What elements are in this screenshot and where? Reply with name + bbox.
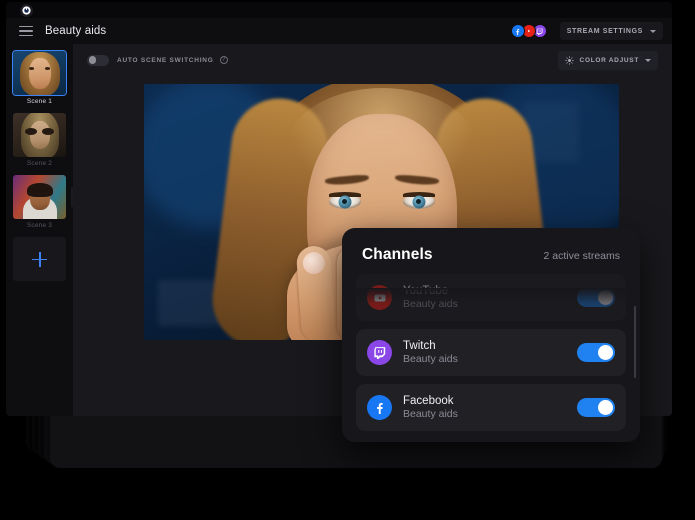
subject-finger: [295, 244, 336, 340]
scene-label: Scene 1: [26, 98, 53, 105]
stream-settings-label: STREAM SETTINGS: [566, 27, 643, 35]
color-adjust-label: COLOR ADJUST: [579, 56, 639, 64]
title-bar: Beauty aids STREAM SETTINGS: [6, 18, 672, 44]
chevron-down-icon: [645, 58, 651, 62]
toggle-knob: [598, 400, 613, 415]
auto-scene-switching-toggle[interactable]: [87, 54, 109, 66]
sidebar-item-scene-1[interactable]: Scene 1: [12, 50, 67, 105]
scene-thumbnail: [12, 50, 67, 96]
channel-text: Twitch Beauty aids: [403, 340, 458, 365]
power-logo-icon: [20, 4, 33, 17]
sidebar-item-scene-3[interactable]: Scene 3: [13, 175, 66, 229]
subject-nail: [301, 251, 326, 275]
active-streams-count: 2 active streams: [543, 250, 620, 262]
channel-name: Twitch: [403, 340, 436, 352]
screenshot-root: Beauty aids STREAM SETTINGS Scene 1 Scen…: [0, 0, 695, 520]
subject-iris-right: [412, 195, 425, 208]
title-bar-right: STREAM SETTINGS: [510, 22, 672, 40]
scene-thumbnail: [13, 113, 66, 157]
twitch-icon: [367, 340, 392, 365]
youtube-icon: [367, 285, 392, 310]
logo-strip: [6, 2, 672, 18]
channel-subtitle: Beauty aids: [403, 298, 458, 310]
channels-header: Channels 2 active streams: [342, 228, 640, 274]
channel-subtitle: Beauty aids: [403, 353, 458, 365]
scene-label: Scene 3: [26, 222, 53, 229]
facebook-icon[interactable]: [510, 24, 525, 38]
channels-list: YouTube Beauty aids Twitch Beauty aids F…: [342, 274, 640, 431]
channel-name: YouTube: [403, 285, 449, 297]
scene-label: Scene 2: [26, 160, 53, 167]
channel-toggle-facebook[interactable]: [577, 398, 615, 417]
toggle-knob: [598, 345, 613, 360]
facebook-icon: [367, 395, 392, 420]
channel-text: Facebook Beauty aids: [403, 395, 458, 420]
auto-scene-switching-label: AUTO SCENE SWITCHING: [117, 56, 214, 64]
channel-toggle-youtube[interactable]: [577, 288, 615, 307]
toggle-knob: [598, 290, 613, 305]
channel-subtitle: Beauty aids: [403, 408, 458, 420]
subject-iris-left: [338, 195, 351, 208]
connected-socials: [510, 24, 547, 38]
info-glyph: ?: [221, 57, 226, 63]
hamburger-menu-icon[interactable]: [19, 25, 33, 37]
channels-scrollbar[interactable]: [633, 306, 636, 378]
subject-eye-right: [402, 192, 435, 209]
channel-toggle-twitch[interactable]: [577, 343, 615, 362]
list-item-twitch[interactable]: Twitch Beauty aids: [356, 329, 626, 376]
channel-text: YouTube Beauty aids: [403, 285, 458, 310]
channels-panel: Channels 2 active streams YouTube Beauty…: [342, 228, 640, 442]
page-title: Beauty aids: [45, 25, 107, 37]
channels-title: Channels: [362, 246, 433, 263]
scene-thumbnail: [13, 175, 66, 219]
subject-eye-left: [328, 192, 361, 209]
channel-name: Facebook: [403, 395, 454, 407]
list-item-youtube[interactable]: YouTube Beauty aids: [356, 274, 626, 321]
brightness-icon: [564, 55, 574, 65]
chevron-down-icon: [650, 29, 656, 33]
plus-icon: [32, 251, 47, 267]
info-icon[interactable]: ?: [219, 56, 228, 64]
toggle-knob: [88, 56, 97, 64]
add-scene-button[interactable]: [13, 237, 66, 281]
color-adjust-button[interactable]: COLOR ADJUST: [557, 50, 658, 70]
stage-toolbar: AUTO SCENE SWITCHING ? COLOR ADJUST: [73, 44, 672, 76]
subject-brow-right: [394, 174, 439, 186]
list-item-facebook[interactable]: Facebook Beauty aids: [356, 384, 626, 431]
subject-brow-left: [324, 174, 369, 186]
stream-settings-button[interactable]: STREAM SETTINGS: [559, 22, 663, 40]
scenes-sidebar: Scene 1 Scene 2 Scene 3: [6, 44, 73, 416]
sidebar-item-scene-2[interactable]: Scene 2: [13, 113, 66, 167]
